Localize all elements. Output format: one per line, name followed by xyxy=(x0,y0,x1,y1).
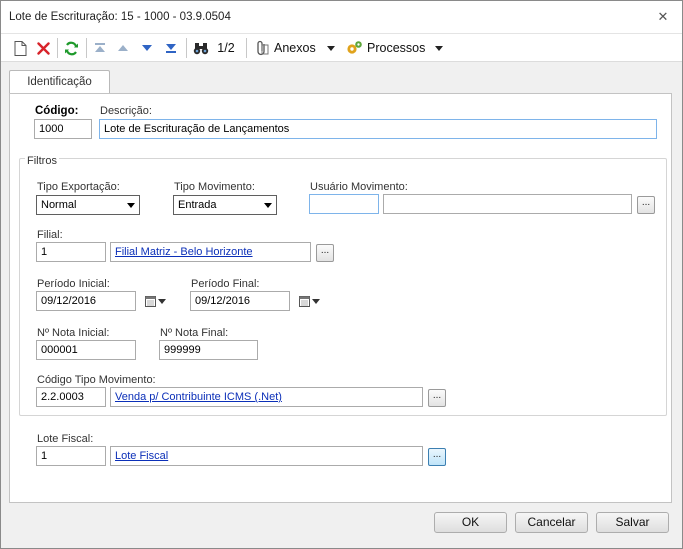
nota-inicial-field[interactable]: 000001 xyxy=(36,340,136,360)
previous-icon[interactable] xyxy=(114,38,132,58)
processes-menu[interactable]: Processos xyxy=(346,38,446,58)
next-icon[interactable] xyxy=(138,38,156,58)
usuario-movimento-name-field[interactable] xyxy=(383,194,632,214)
periodo-final-field[interactable]: 09/12/2016 xyxy=(190,291,290,311)
refresh-icon[interactable] xyxy=(61,38,81,58)
toolbar-separator xyxy=(57,38,58,58)
gears-icon xyxy=(347,41,362,54)
filial-code-field[interactable]: 1 xyxy=(36,242,106,262)
calendar-icon xyxy=(144,295,156,307)
delete-icon[interactable] xyxy=(34,38,52,58)
tipo-exportacao-value: Normal xyxy=(41,199,77,211)
codigo-tipo-movimento-code-field[interactable]: 2.2.0003 xyxy=(36,387,106,407)
first-icon[interactable] xyxy=(91,38,109,58)
attachments-menu[interactable]: Anexos xyxy=(255,38,339,58)
cancel-button[interactable]: Cancelar xyxy=(515,512,588,533)
lote-fiscal-name-field[interactable]: Lote Fiscal xyxy=(110,446,423,466)
filial-lookup-button[interactable]: ... xyxy=(316,244,334,262)
codigo-field[interactable]: 1000 xyxy=(34,119,92,139)
tipo-movimento-lookup-button[interactable]: ... xyxy=(428,389,446,407)
toolbar-separator xyxy=(186,38,187,58)
chevron-down-icon xyxy=(157,298,166,304)
tipo-movimento-value: Entrada xyxy=(178,199,217,211)
tab-identificacao[interactable]: Identificação xyxy=(9,70,110,94)
lote-fiscal-label: Lote Fiscal: xyxy=(37,433,94,445)
chevron-down-icon xyxy=(435,45,444,51)
record-position: 1/2 xyxy=(217,41,235,55)
descricao-field[interactable]: Lote de Escrituração de Lançamentos xyxy=(99,119,657,139)
filtros-title: Filtros xyxy=(25,155,59,167)
chevron-down-icon xyxy=(127,203,135,208)
attachments-label: Anexos xyxy=(274,41,316,55)
nota-final-label: Nº Nota Final: xyxy=(160,327,229,339)
dialog-window: Lote de Escrituração: 15 - 1000 - 03.9.0… xyxy=(0,0,683,549)
last-icon[interactable] xyxy=(162,38,180,58)
codigo-tipo-movimento-name-field[interactable]: Venda p/ Contribuinte ICMS (.Net) xyxy=(110,387,423,407)
filial-label: Filial: xyxy=(37,229,63,241)
window-title: Lote de Escrituração: 15 - 1000 - 03.9.0… xyxy=(9,11,231,23)
processes-label: Processos xyxy=(367,41,426,55)
paperclip-icon xyxy=(257,40,269,56)
periodo-final-label: Período Final: xyxy=(191,278,260,290)
periodo-final-calendar-button[interactable] xyxy=(293,291,325,311)
filial-name-field[interactable]: Filial Matriz - Belo Horizonte xyxy=(110,242,311,262)
usuario-movimento-label: Usuário Movimento: xyxy=(310,181,408,193)
nota-final-field[interactable]: 999999 xyxy=(159,340,258,360)
nota-inicial-label: Nº Nota Inicial: xyxy=(37,327,110,339)
periodo-inicial-calendar-button[interactable] xyxy=(139,291,171,311)
chevron-down-icon xyxy=(264,203,272,208)
save-button[interactable]: Salvar xyxy=(596,512,669,533)
codigo-label: Código: xyxy=(35,105,79,117)
lote-fiscal-lookup-button[interactable]: ... xyxy=(428,448,446,466)
tipo-movimento-label: Tipo Movimento: xyxy=(174,181,255,193)
periodo-inicial-field[interactable]: 09/12/2016 xyxy=(36,291,136,311)
usuario-movimento-code-field[interactable] xyxy=(309,194,379,214)
descricao-label: Descrição: xyxy=(100,105,152,117)
chevron-down-icon xyxy=(326,45,335,51)
search-binoculars-icon[interactable] xyxy=(191,38,211,58)
usuario-lookup-button[interactable]: ... xyxy=(637,196,655,214)
ok-button[interactable]: OK xyxy=(434,512,507,533)
toolbar-separator xyxy=(86,38,87,58)
toolbar: 1/2 Anexos Processos xyxy=(1,34,682,62)
periodo-inicial-label: Período Inicial: xyxy=(37,278,110,290)
title-bar: Lote de Escrituração: 15 - 1000 - 03.9.0… xyxy=(1,1,682,34)
toolbar-separator xyxy=(246,38,247,58)
close-icon[interactable]: ✕ xyxy=(656,10,670,24)
calendar-icon xyxy=(298,295,310,307)
tipo-exportacao-select[interactable]: Normal xyxy=(36,195,140,215)
chevron-down-icon xyxy=(311,298,320,304)
tipo-exportacao-label: Tipo Exportação: xyxy=(37,181,120,193)
tipo-movimento-select[interactable]: Entrada xyxy=(173,195,277,215)
new-icon[interactable] xyxy=(11,38,29,58)
codigo-tipo-movimento-label: Código Tipo Movimento: xyxy=(37,374,156,386)
lote-fiscal-code-field[interactable]: 1 xyxy=(36,446,106,466)
